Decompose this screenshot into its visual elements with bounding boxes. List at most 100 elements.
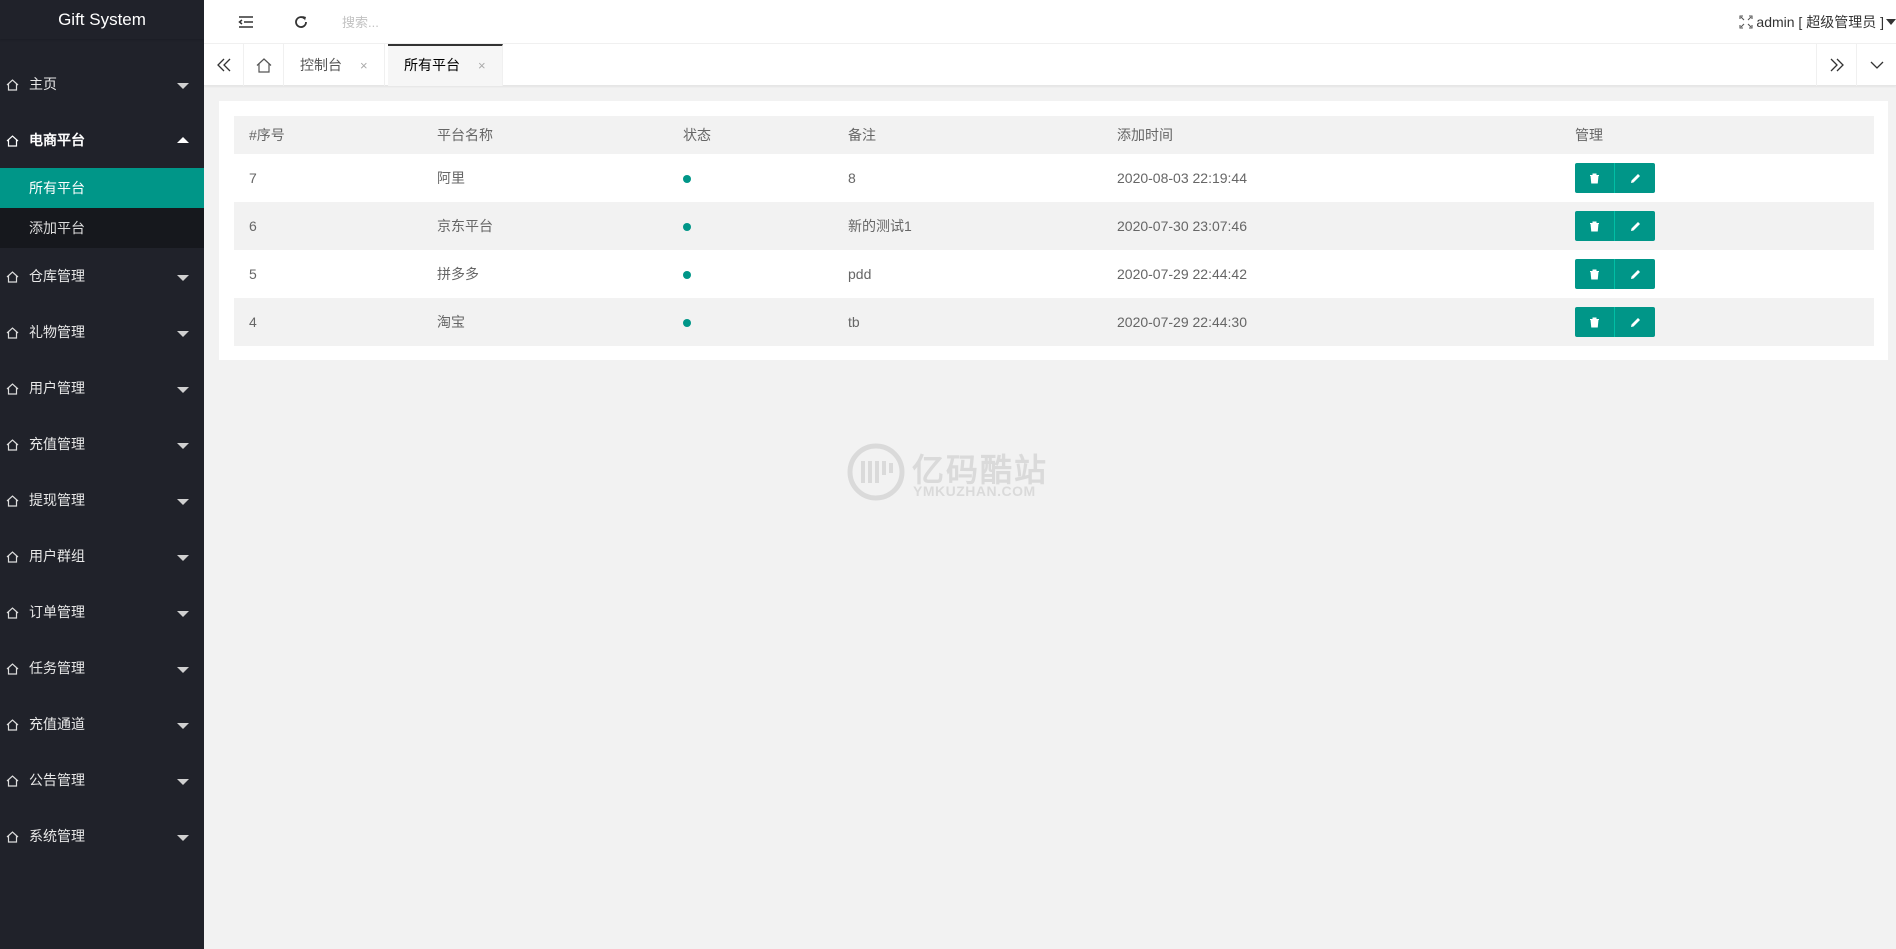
tabs-scroll-right-button[interactable]: [1816, 44, 1856, 86]
home-icon: [256, 57, 271, 73]
delete-button[interactable]: [1575, 259, 1615, 289]
home-icon: [6, 79, 19, 91]
tabs-menu-button[interactable]: [1856, 44, 1896, 86]
main-content: #序号 平台名称 状态 备注 添加时间 管理 7 阿里 8 2020-08-03…: [219, 101, 1888, 360]
tab-label: 控制台: [300, 57, 342, 73]
chevron-up-icon: [177, 137, 189, 143]
home-icon: [6, 831, 19, 843]
edit-button[interactable]: [1615, 259, 1655, 289]
delete-button[interactable]: [1575, 211, 1615, 241]
user-menu-label: admin [ 超级管理员 ]: [1756, 14, 1884, 30]
tab-label: 所有平台: [404, 57, 460, 73]
fullscreen-button[interactable]: [1734, 10, 1758, 34]
sidebar-item-gifts[interactable]: 礼物管理: [0, 304, 204, 360]
tabs-bar: 控制台 × 所有平台 ×: [204, 44, 1896, 86]
sidebar-item-withdraw[interactable]: 提现管理: [0, 472, 204, 528]
edit-button[interactable]: [1615, 307, 1655, 337]
sidebar-item-home[interactable]: 主页: [0, 56, 204, 112]
cell-name: 拼多多: [437, 266, 479, 282]
chevron-down-icon: [177, 331, 189, 337]
tab-home[interactable]: [244, 44, 284, 86]
home-icon: [6, 607, 19, 619]
cell-actions: [1560, 298, 1874, 346]
close-icon[interactable]: ×: [360, 58, 368, 73]
pencil-icon: [1630, 317, 1640, 327]
column-header-id: #序号: [249, 127, 285, 143]
edit-button[interactable]: [1615, 163, 1655, 193]
app-logo[interactable]: Gift System: [0, 0, 204, 39]
sidebar-item-recharge[interactable]: 充值管理: [0, 416, 204, 472]
sidebar-item-label: 提现管理: [29, 492, 85, 508]
sidebar-item-users[interactable]: 用户管理: [0, 360, 204, 416]
sidebar-item-label: 充值通道: [29, 716, 85, 732]
cell-id: 6: [249, 218, 257, 234]
sidebar-item-label: 仓库管理: [29, 268, 85, 284]
chevron-down-icon: [1870, 61, 1883, 69]
watermark-logo-icon: [847, 443, 905, 501]
sidebar-item-announcements[interactable]: 公告管理: [0, 752, 204, 808]
sidebar: Gift System 主页 电商平台 所有平台 添加平台 仓库管理 礼物管理: [0, 0, 204, 949]
sidebar-toggle-button[interactable]: [234, 10, 258, 34]
home-icon: [6, 327, 19, 339]
close-icon[interactable]: ×: [478, 58, 486, 73]
sidebar-item-ecommerce[interactable]: 电商平台: [0, 112, 204, 168]
table-row: 5 拼多多 pdd 2020-07-29 22:44:42: [234, 250, 1874, 298]
sidebar-item-label: 用户群组: [29, 548, 85, 564]
sidebar-item-label: 电商平台: [29, 132, 85, 148]
trash-icon: [1590, 269, 1599, 279]
tab-all-platforms[interactable]: 所有平台 ×: [388, 44, 503, 86]
delete-button[interactable]: [1575, 163, 1615, 193]
pencil-icon: [1630, 221, 1640, 231]
cell-name: 京东平台: [437, 218, 493, 234]
sidebar-subnav-ecommerce: 所有平台 添加平台: [0, 168, 204, 248]
tab-console[interactable]: 控制台 ×: [284, 44, 385, 86]
status-dot: [683, 223, 691, 231]
sidebar-item-recharge-channels[interactable]: 充值通道: [0, 696, 204, 752]
cell-id: 7: [249, 170, 257, 186]
sidebar-item-user-groups[interactable]: 用户群组: [0, 528, 204, 584]
column-header-name: 平台名称: [437, 127, 493, 143]
cell-time: 2020-07-29 22:44:42: [1117, 266, 1247, 282]
sidebar-item-system[interactable]: 系统管理: [0, 808, 204, 864]
home-icon: [6, 383, 19, 395]
trash-icon: [1590, 173, 1599, 183]
chevron-down-icon: [177, 723, 189, 729]
cell-note: 新的测试1: [848, 218, 912, 234]
sidebar-item-tasks[interactable]: 任务管理: [0, 640, 204, 696]
sidebar-item-label: 用户管理: [29, 380, 85, 396]
sidebar-item-label: 系统管理: [29, 828, 85, 844]
sidebar-item-label: 订单管理: [29, 604, 85, 620]
search-input[interactable]: [342, 10, 602, 34]
sidebar-item-warehouse[interactable]: 仓库管理: [0, 248, 204, 304]
home-icon: [6, 719, 19, 731]
refresh-button[interactable]: [289, 10, 313, 34]
sidebar-item-label: 礼物管理: [29, 324, 85, 340]
home-icon: [6, 495, 19, 507]
cell-time: 2020-07-29 22:44:30: [1117, 314, 1247, 330]
cell-id: 5: [249, 266, 257, 282]
action-buttons: [1575, 163, 1655, 193]
cell-note: tb: [848, 314, 860, 330]
column-header-note: 备注: [848, 127, 876, 143]
cell-note: pdd: [848, 266, 872, 282]
home-icon: [6, 439, 19, 451]
chevron-down-icon: [177, 667, 189, 673]
chevron-down-icon: [177, 275, 189, 281]
cell-actions: [1560, 202, 1874, 250]
sidebar-item-orders[interactable]: 订单管理: [0, 584, 204, 640]
tabs-scroll-left-button[interactable]: [204, 44, 244, 86]
user-menu[interactable]: admin [ 超级管理员 ]: [1756, 10, 1896, 34]
cell-status: [668, 202, 833, 250]
platforms-table: #序号 平台名称 状态 备注 添加时间 管理 7 阿里 8 2020-08-03…: [234, 116, 1874, 346]
status-dot: [683, 319, 691, 327]
chevron-down-icon: [177, 779, 189, 785]
cell-status: [668, 250, 833, 298]
home-icon: [6, 551, 19, 563]
cell-id: 4: [249, 314, 257, 330]
edit-button[interactable]: [1615, 211, 1655, 241]
sidebar-subitem-add-platform[interactable]: 添加平台: [0, 208, 204, 248]
delete-button[interactable]: [1575, 307, 1615, 337]
sidebar-subitem-all-platforms[interactable]: 所有平台: [0, 168, 204, 208]
status-dot: [683, 175, 691, 183]
watermark: 亿码酷站 YMKUZHAN.COM: [847, 443, 1057, 503]
